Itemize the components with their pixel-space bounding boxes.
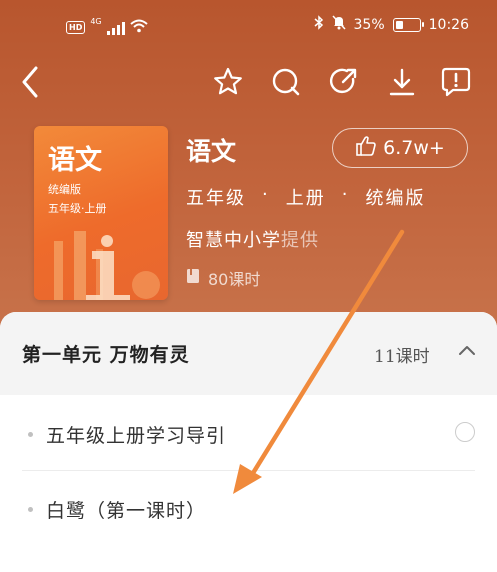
thumbs-up-icon <box>355 135 377 162</box>
battery-percent: 35% <box>353 16 385 33</box>
unit-title: 第一单元 万物有灵 <box>22 344 190 366</box>
lesson-count: 80课时 <box>208 270 261 289</box>
signal-icon <box>106 21 125 35</box>
provider-suffix: 提供 <box>281 230 319 251</box>
share-icon[interactable] <box>326 64 362 100</box>
top-navbar <box>0 60 497 104</box>
book-cover[interactable]: 语文 统编版 五年级·上册 <box>34 126 168 300</box>
lesson-panel: 第一单元 万物有灵 11课时 五年级上册学习导引 白鹭（第一课时） <box>0 312 497 572</box>
chevron-up-icon[interactable] <box>456 342 478 361</box>
cover-grade: 五年级·上册 <box>48 202 107 215</box>
hd-badge: HD <box>66 21 86 34</box>
like-button[interactable]: 6.7w+ <box>332 128 468 168</box>
book-volume: 上册 <box>285 188 326 209</box>
status-bar: HD 4G 35% 10:26 <box>0 0 497 50</box>
bullet-dot <box>28 507 33 512</box>
network-type: 4G <box>90 17 102 26</box>
like-count: 6.7w+ <box>383 137 445 159</box>
book-meta: 五年级 · 上册 · 统编版 <box>186 184 425 210</box>
lesson-title: 白鹭（第一课时） <box>46 500 207 522</box>
search-icon[interactable] <box>268 64 304 100</box>
book-icon <box>186 268 200 288</box>
battery-icon <box>392 17 424 32</box>
wifi-icon <box>129 18 148 37</box>
cover-illustration <box>54 231 160 300</box>
provider-name: 智慧中小学 <box>186 230 281 251</box>
download-icon[interactable] <box>384 64 420 100</box>
lesson-item[interactable]: 白鹭（第一课时） <box>0 471 497 551</box>
lesson-title: 五年级上册学习导引 <box>46 425 227 447</box>
unit-header[interactable]: 第一单元 万物有灵 11课时 <box>0 312 497 395</box>
lesson-item[interactable]: 五年级上册学习导引 <box>0 395 497 475</box>
provider-line: 智慧中小学提供 <box>186 226 319 252</box>
bluetooth-icon <box>314 15 324 34</box>
feedback-icon[interactable] <box>438 64 474 100</box>
mute-icon <box>331 15 346 34</box>
cover-edition: 统编版 <box>48 183 81 196</box>
unit-lesson-count: 11课时 <box>374 347 430 367</box>
lesson-count-line: 80课时 <box>186 266 260 290</box>
book-title: 语文 <box>186 137 237 166</box>
cover-title: 语文 <box>48 145 102 176</box>
book-edition: 统编版 <box>365 188 426 209</box>
clock: 10:26 <box>428 16 469 33</box>
lesson-select-radio[interactable] <box>455 422 475 442</box>
book-grade: 五年级 <box>186 188 246 209</box>
meta-separator: · <box>341 184 350 205</box>
star-icon[interactable] <box>210 64 246 100</box>
meta-separator: · <box>262 184 270 205</box>
bullet-dot <box>28 432 33 437</box>
back-arrow-icon[interactable] <box>12 64 48 100</box>
